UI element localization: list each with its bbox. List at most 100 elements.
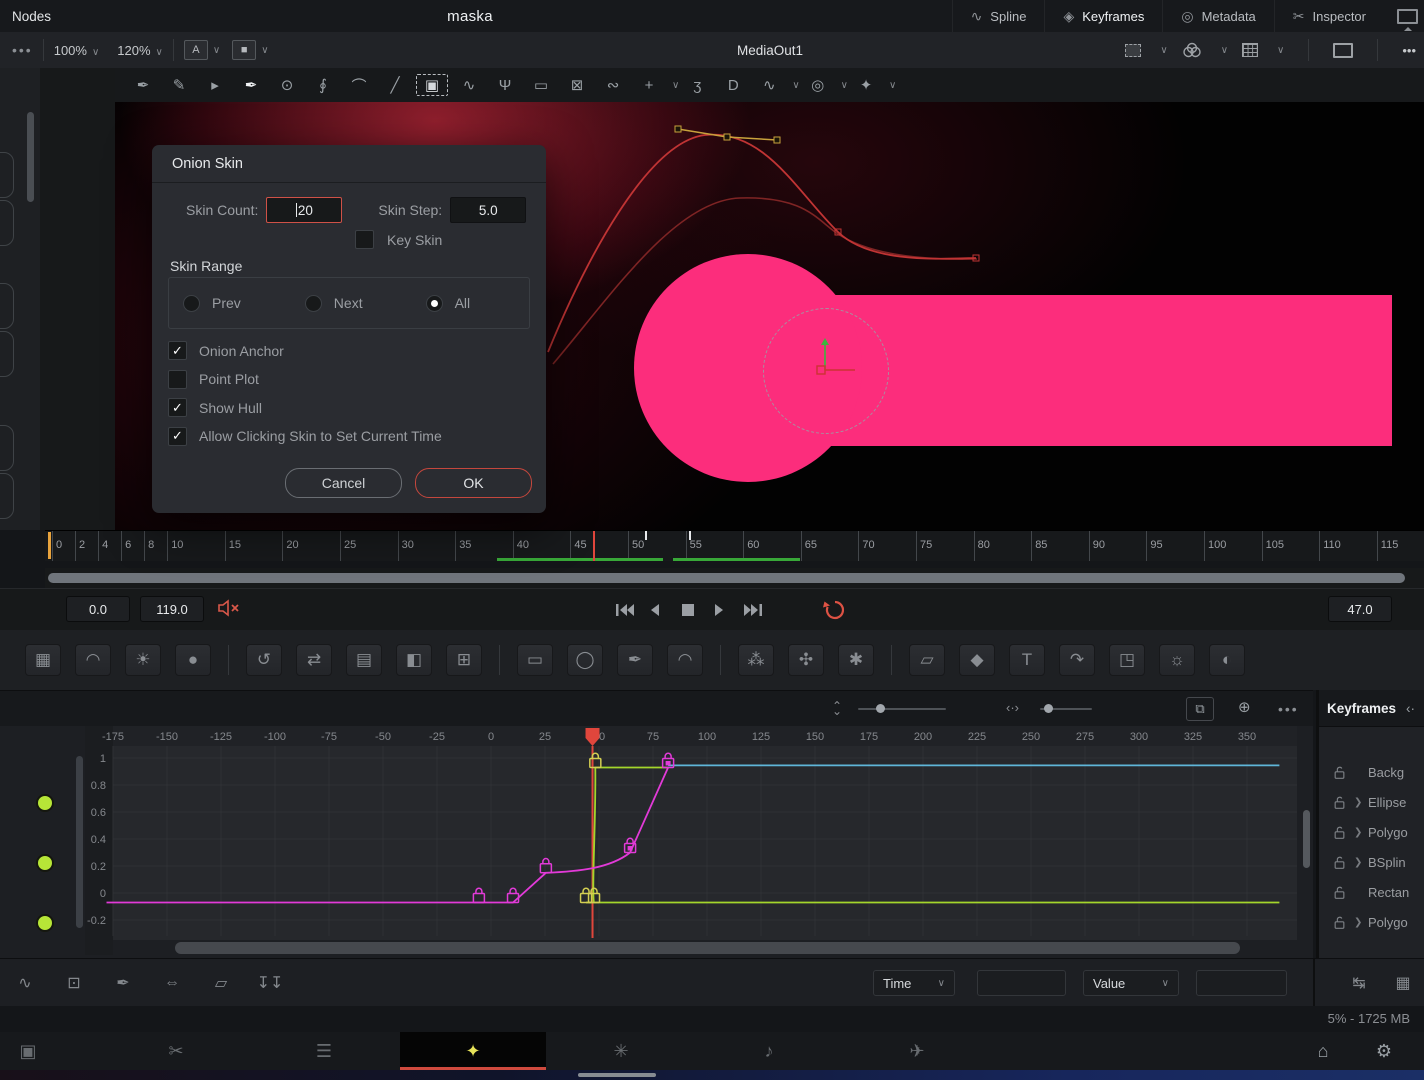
- side-tool-button[interactable]: [0, 200, 14, 246]
- expander-icon[interactable]: ❯: [1354, 917, 1368, 928]
- skin-count-input[interactable]: 20: [266, 197, 342, 223]
- spot-light-icon[interactable]: ☼: [1159, 644, 1195, 676]
- marquee-select-icon[interactable]: ▣: [416, 74, 448, 96]
- rectangle-mask-icon[interactable]: ▭: [517, 644, 553, 676]
- layer-row-backg[interactable]: Backg: [1319, 757, 1424, 787]
- keyframe-graph[interactable]: -175-150-125-100-75-50-25025507510012515…: [0, 726, 1313, 956]
- done-mode-icon[interactable]: D: [718, 77, 748, 94]
- color-page-tab[interactable]: ✳: [591, 1032, 651, 1070]
- layer-row-ellipse[interactable]: ❯Ellipse: [1319, 787, 1424, 817]
- delete-point-icon[interactable]: ⊠: [562, 76, 592, 94]
- deliver-page-tab[interactable]: ✈: [887, 1032, 947, 1070]
- roi-icon[interactable]: [1125, 44, 1141, 57]
- noise-mode-icon[interactable]: ∿: [754, 76, 784, 94]
- unlock-icon[interactable]: [1333, 825, 1346, 840]
- dual-screen-icon[interactable]: [1397, 9, 1418, 24]
- fusion-page-tab[interactable]: ✦: [443, 1032, 503, 1070]
- color-curves-icon[interactable]: ▦: [25, 644, 61, 676]
- goto-end-button[interactable]: [742, 595, 764, 625]
- loop-button[interactable]: [822, 595, 848, 625]
- spread-keys-icon[interactable]: ↹: [1342, 973, 1376, 993]
- graph-vscrollbar-right[interactable]: [1303, 810, 1310, 868]
- modify-point-icon[interactable]: ✒: [236, 76, 266, 94]
- camera-3d-icon[interactable]: ◳: [1109, 644, 1145, 676]
- timeline-playhead[interactable]: [593, 531, 595, 561]
- keyframes-panel-button[interactable]: ◈Keyframes: [1044, 0, 1162, 32]
- publish-point-icon[interactable]: ⊙: [272, 76, 302, 94]
- viewer-menu-icon[interactable]: •••: [1402, 43, 1416, 58]
- insert-key-icon[interactable]: ✒: [106, 973, 140, 993]
- zoom-level-left[interactable]: 100%∨: [54, 43, 100, 58]
- graph-vscrollbar-left[interactable]: [76, 756, 83, 928]
- line-tool-icon[interactable]: ╱: [380, 76, 410, 94]
- expander-icon[interactable]: ❯: [1354, 857, 1368, 868]
- value-dropdown[interactable]: Value∨: [1083, 970, 1179, 996]
- brightness-contrast-icon[interactable]: ☀: [125, 644, 161, 676]
- fit-view-button[interactable]: ⧉: [1186, 697, 1214, 721]
- insert-point-icon[interactable]: ✒: [128, 76, 158, 94]
- hull-handles[interactable]: [675, 126, 780, 143]
- unlock-icon[interactable]: [1333, 765, 1346, 780]
- zoom-in-icon[interactable]: ⊕: [1238, 698, 1251, 716]
- color-wheels-icon[interactable]: [1182, 42, 1202, 58]
- goto-start-button[interactable]: [614, 595, 636, 625]
- image-plane-3d-icon[interactable]: ▱: [909, 644, 945, 676]
- checker-underlay-icon[interactable]: [1242, 43, 1258, 57]
- graph-hscrollbar[interactable]: [175, 942, 1240, 954]
- color-corrector-icon[interactable]: ◠: [75, 644, 111, 676]
- merge-icon[interactable]: ▤: [346, 644, 382, 676]
- smooth-curve-icon[interactable]: ∿: [454, 76, 484, 94]
- play-reverse-button[interactable]: [646, 595, 668, 625]
- channel-select-button[interactable]: A: [184, 40, 208, 60]
- side-tool-button[interactable]: [0, 331, 14, 377]
- ellipse-mask-icon[interactable]: ◯: [567, 644, 603, 676]
- marquee-keys-icon[interactable]: ⊡: [57, 973, 91, 993]
- shape-3d-icon[interactable]: ◆: [959, 644, 995, 676]
- checkbox-show-hull[interactable]: ✓: [168, 398, 187, 417]
- buffer-select-button[interactable]: ■: [232, 40, 256, 60]
- merge-3d-icon[interactable]: ↷: [1059, 644, 1095, 676]
- edit-page-tab[interactable]: ☰: [294, 1032, 354, 1070]
- skin-step-input[interactable]: 5.0: [450, 197, 526, 223]
- unlock-icon[interactable]: [1333, 795, 1346, 810]
- media-page-tab[interactable]: ▣: [0, 1032, 58, 1070]
- spline-menu-icon[interactable]: •••: [1278, 701, 1299, 717]
- horizontal-zoom-slider[interactable]: [1040, 708, 1092, 710]
- unlock-icon[interactable]: [1333, 855, 1346, 870]
- expander-icon[interactable]: ❯: [1354, 797, 1368, 808]
- nodes-toggle-button[interactable]: Nodes: [12, 0, 51, 32]
- timeline-scrollbar-thumb[interactable]: [48, 573, 1405, 583]
- checkbox-allow-clicking-skin-to-set-current-time[interactable]: ✓: [168, 427, 187, 446]
- play-forward-button[interactable]: [710, 595, 732, 625]
- unlock-icon[interactable]: [1333, 915, 1346, 930]
- stretch-keys-icon[interactable]: ⇔: [155, 974, 189, 992]
- checkbox-point-plot[interactable]: [168, 370, 187, 389]
- particle-emitter-icon[interactable]: ⁂: [738, 644, 774, 676]
- metadata-panel-button[interactable]: ◎Metadata: [1162, 0, 1273, 32]
- spreadsheet-icon[interactable]: ▦: [1386, 973, 1420, 993]
- reduce-points-icon[interactable]: ʒ: [682, 77, 712, 94]
- inspector-panel-button[interactable]: ✂Inspector: [1274, 0, 1384, 32]
- range-end-input[interactable]: 119.0: [140, 596, 204, 622]
- layer-row-polygo[interactable]: ❯Polygo: [1319, 817, 1424, 847]
- gizmo-radius-circle[interactable]: [763, 308, 889, 434]
- side-tool-button[interactable]: [0, 425, 14, 471]
- wand-mode-icon[interactable]: ✦: [851, 76, 881, 94]
- transform-keys-icon[interactable]: ▱: [204, 973, 238, 993]
- settings-button[interactable]: ⚙: [1364, 1032, 1404, 1070]
- spline-shape-icon[interactable]: ∿: [8, 973, 42, 993]
- skin-range-radio-prev[interactable]: [183, 295, 200, 312]
- mute-audio-icon[interactable]: [218, 599, 242, 620]
- layer-dot-1[interactable]: [36, 794, 54, 812]
- cut-page-tab[interactable]: ✂: [146, 1032, 206, 1070]
- key-skin-checkbox[interactable]: [355, 230, 374, 249]
- transform-icon[interactable]: ↺: [246, 644, 282, 676]
- side-tool-button[interactable]: [0, 152, 14, 198]
- layer-row-rectan[interactable]: Rectan: [1319, 877, 1424, 907]
- particle-render-icon[interactable]: ✱: [838, 644, 874, 676]
- layer-row-polygo[interactable]: ❯Polygo: [1319, 907, 1424, 937]
- blur-icon[interactable]: ●: [175, 644, 211, 676]
- dialog-title[interactable]: Onion Skin: [152, 145, 546, 183]
- skin-range-radio-next[interactable]: [305, 295, 322, 312]
- arc-tool-icon[interactable]: ⌒: [344, 75, 374, 96]
